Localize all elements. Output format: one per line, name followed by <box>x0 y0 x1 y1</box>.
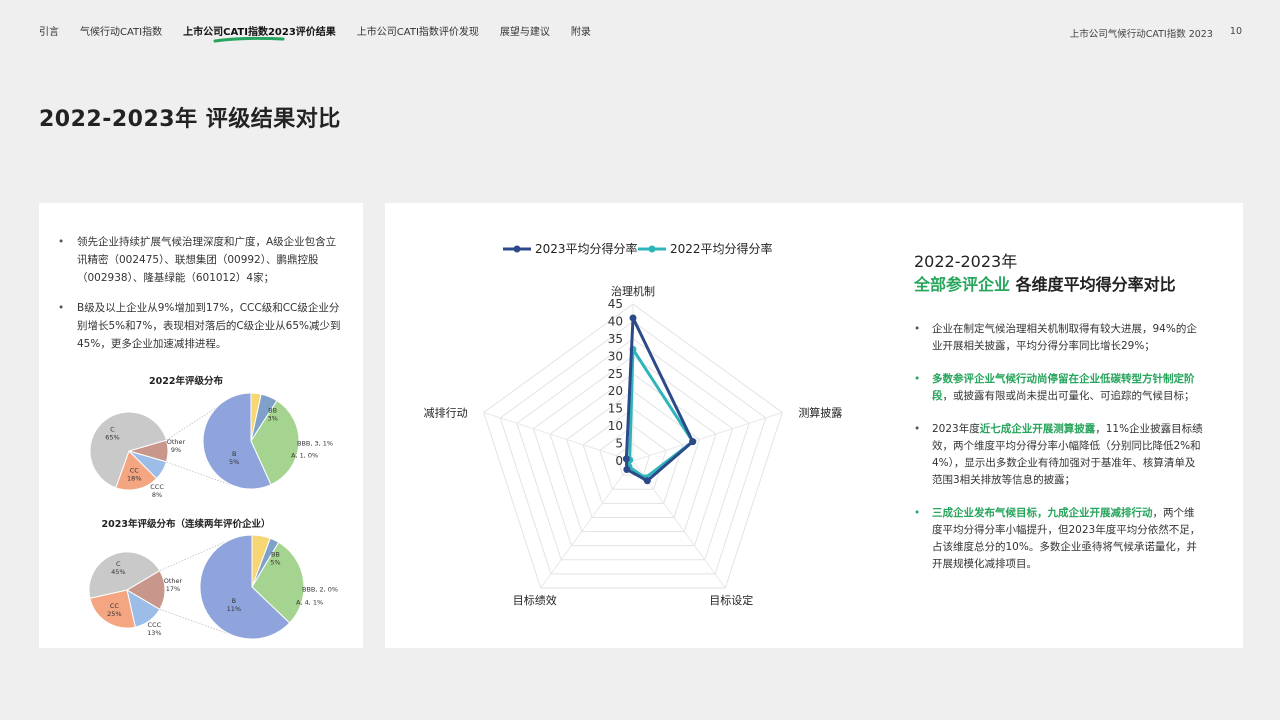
page-title: 2022-2023年 评级结果对比 <box>39 107 341 132</box>
radar-tick-label: 45 <box>608 297 623 311</box>
nav-item-cati-index[interactable]: 气候行动CATI指数 <box>80 23 162 39</box>
pie-breakdown-label: A, 1, 0% <box>291 451 318 459</box>
legend-label: 2023平均分得分率 <box>535 241 638 256</box>
radar-tick-label: 35 <box>608 332 623 346</box>
pie-chart-2022: Other9% CCC8% CC18% C65% B5% BB3% BBB, 3, 1% A,… <box>89 392 333 499</box>
header-right: 上市公司气候行动CATI指数 2023 10 <box>1070 26 1242 40</box>
pie-slice-label: CC <box>130 467 140 475</box>
pie-slice-label: Other <box>167 438 186 446</box>
left-card: 领先企业持续扩展气候治理深度和广度，A级企业包含立讯精密（002475）、联想集… <box>39 203 363 648</box>
left-bullet-2: B级及以上企业从9%增加到17%，CCC级和CC级企业分别增长5%和7%，表现相… <box>56 299 346 353</box>
pie-slice-value: 8% <box>152 491 162 499</box>
pie-slice-label: C <box>110 425 115 433</box>
radar-point <box>622 455 630 463</box>
pie-breakdown-value: 5% <box>229 458 239 466</box>
page-number: 10 <box>1229 26 1242 37</box>
radar-tick-label: 25 <box>608 367 623 381</box>
legend-label: 2022平均分得分率 <box>670 241 773 256</box>
pie-2023-title: 2023年评级分布（连续两年评价企业） <box>101 519 271 530</box>
pie-breakdown-label: BBB, 3, 1% <box>297 439 333 447</box>
pie-slice-value: 18% <box>127 475 141 483</box>
legend-marker <box>513 245 521 253</box>
pie-slice-value: 25% <box>107 610 121 618</box>
right-bullet-1: 企业在制定气候治理相关机制取得有较大进展，94%的企业开展相关披露，平均分得分率… <box>914 321 1204 355</box>
panel-heading-title: 全部参评企业 各维度平均得分率对比 <box>914 271 1176 295</box>
pie-breakdown-value: 5% <box>270 558 280 566</box>
pie-2022-title: 2022年评级分布 <box>149 376 223 387</box>
pie-slice-label: CCC <box>150 483 164 491</box>
legend-marker <box>648 245 656 253</box>
pie-slice-value: 65% <box>105 433 119 441</box>
pie-breakdown-label: BBB, 2, 0% <box>302 586 338 594</box>
radar-axis-label: 减排行动 <box>424 405 468 419</box>
nav-item-findings[interactable]: 上市公司CATI指数评价发现 <box>357 23 479 39</box>
right-bullet-list: 企业在制定气候治理相关机制取得有较大进展，94%的企业开展相关披露，平均分得分率… <box>914 321 1204 589</box>
radar-tick-label: 0 <box>615 454 623 468</box>
pie-breakdown-value: 3% <box>267 415 277 423</box>
pie-slice-value: 13% <box>147 629 161 637</box>
nav-item-outlook[interactable]: 展望与建议 <box>500 23 550 39</box>
nav-item-intro[interactable]: 引言 <box>39 23 59 39</box>
active-nav-underline <box>213 37 285 43</box>
panel-heading-rest: 各维度平均得分率对比 <box>1010 275 1176 294</box>
panel-heading-highlight: 全部参评企业 <box>914 275 1011 294</box>
report-name: 上市公司气候行动CATI指数 2023 <box>1069 29 1213 40</box>
radar-tick-label: 15 <box>608 402 623 416</box>
pie-slice-value: 9% <box>171 446 181 454</box>
radar-point <box>643 477 651 485</box>
right-bullet-4-highlight: 三成企业发布气候目标，九成企业开展减排行动 <box>932 507 1153 519</box>
radar-point <box>689 438 697 446</box>
radar-axis-label: 目标绩效 <box>513 593 557 607</box>
right-bullet-3-highlight: 近七成企业开展测算披露 <box>979 423 1096 435</box>
panel-heading-years: 2022-2023年 <box>914 252 1018 271</box>
pie-slice-value: 17% <box>166 585 180 593</box>
pie-slice-value: 45% <box>111 568 125 576</box>
left-bullet-1: 领先企业持续扩展气候治理深度和广度，A级企业包含立讯精密（002475）、联想集… <box>56 233 346 287</box>
pie-breakdown-label: B <box>232 597 236 605</box>
radar-chart: 0 5 10 15 20 25 30 35 40 45治理机制测算披露目标设定 目标绩效 减排行动 20… <box>424 241 843 607</box>
radar-tick-label: 30 <box>608 349 623 363</box>
radar-tick-label: 20 <box>608 384 623 398</box>
radar-tick-label: 5 <box>615 437 623 451</box>
radar-axis-label: 测算披露 <box>798 405 842 419</box>
radar-tick-label: 10 <box>608 419 623 433</box>
right-bullet-1-text: 企业在制定气候治理相关机制取得有较大进展，94%的企业开展相关披露，平均分得分率… <box>932 323 1197 352</box>
pie-breakdown-label: BB <box>268 407 277 415</box>
pie-chart-2023: Other17% CCC13% CC25% C45% B11% BB5% BBB, 2, 0… <box>88 534 338 640</box>
right-bullet-2: 多数参评企业气候行动尚停留在企业低碳转型方针制定阶段，或披露有限或尚未提出可量化… <box>914 371 1204 405</box>
pie-breakdown-label: B <box>232 450 236 458</box>
right-bullet-2-text: ，或披露有限或尚未提出可量化、可追踪的气候目标； <box>942 390 1195 402</box>
radar-point <box>623 465 631 473</box>
nav-item-results-2023[interactable]: 上市公司CATI指数2023评价结果 <box>183 23 336 43</box>
radar-spoke <box>540 460 634 589</box>
radar-axis-label: 治理机制 <box>611 284 655 298</box>
right-bullet-4: 三成企业发布气候目标，九成企业开展减排行动，两个维度平均分得分率小幅提升，但20… <box>914 505 1204 573</box>
radar-axis-label: 目标设定 <box>709 593 753 607</box>
pie-slice-label: C <box>116 560 121 568</box>
pie-slice-label: CC <box>110 602 120 610</box>
right-bullet-3-pre: 2023年度 <box>932 423 980 435</box>
radar-series-line <box>627 347 695 480</box>
pie-breakdown-label: BB <box>271 550 280 558</box>
pie-breakdown-label: A, 4, 1% <box>296 599 323 607</box>
pie-slice-label: Other <box>164 577 183 585</box>
left-bullet-list: 领先企业持续扩展气候治理深度和广度，A级企业包含立讯精密（002475）、联想集… <box>56 233 346 365</box>
radar-point <box>629 314 637 322</box>
right-card: 0 5 10 15 20 25 30 35 40 45 治理机制测算披露目标设定 目标绩效 减排行动 20… <box>385 203 1243 648</box>
pie-breakdown-value: 11% <box>227 605 241 613</box>
top-nav: 引言 气候行动CATI指数 上市公司CATI指数2023评价结果 上市公司CAT… <box>39 23 612 43</box>
radar-series-line <box>624 316 695 483</box>
radar-tick-label: 40 <box>608 314 623 328</box>
pie-slice-label: CCC <box>148 621 162 629</box>
right-bullet-3: 2023年度近七成企业开展测算披露，11%企业披露目标绩效，两个维度平均分得分率… <box>914 421 1204 489</box>
nav-item-appendix[interactable]: 附录 <box>571 23 591 39</box>
